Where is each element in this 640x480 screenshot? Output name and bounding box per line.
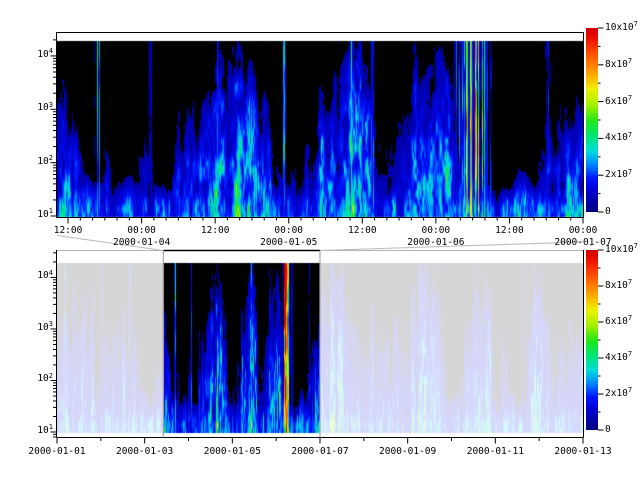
- top-colorbar-tick-label: 2x107: [605, 170, 632, 180]
- zoom-panel-heatmap: [57, 33, 583, 218]
- bottom-y-tick-label: 104: [37, 271, 53, 281]
- bottom-y-tick-label: 103: [37, 323, 53, 333]
- bottom-colorbar-tick-label: 8x107: [605, 281, 632, 291]
- top-colorbar-tick-label: 4x107: [605, 133, 632, 143]
- bottom-colorbar: [586, 250, 598, 430]
- context-panel-heatmap: [57, 250, 583, 437]
- top-x-time-label: 00:00: [569, 226, 598, 236]
- bottom-x-date-label: 2000-01-13: [554, 447, 611, 457]
- bottom-x-date-label: 2000-01-03: [116, 447, 173, 457]
- bottom-x-date-label: 2000-01-07: [291, 447, 348, 457]
- bottom-x-date-label: 2000-01-09: [379, 447, 436, 457]
- top-colorbar-tick-label: 0: [605, 207, 611, 217]
- top-colorbar-tick-label: 8x107: [605, 60, 632, 70]
- top-x-time-label: 12:00: [495, 226, 524, 236]
- top-y-tick-label: 102: [37, 157, 53, 167]
- bottom-x-date-label: 2000-01-11: [467, 447, 524, 457]
- top-x-date-label: 2000-01-06: [407, 238, 464, 248]
- top-x-time-label: 00:00: [274, 226, 303, 236]
- top-x-time-label: 00:00: [127, 226, 156, 236]
- bottom-y-tick-label: 102: [37, 374, 53, 384]
- top-x-time-label: 12:00: [201, 226, 230, 236]
- spectrogram-figure: 10410310210110410310210112:0000:0012:000…: [0, 0, 640, 480]
- top-x-time-label: 00:00: [422, 226, 451, 236]
- bottom-colorbar-tick-label: 10x107: [605, 245, 638, 255]
- bottom-colorbar-tick-label: 6x107: [605, 317, 632, 327]
- bottom-colorbar-tick-label: 2x107: [605, 389, 632, 399]
- top-x-time-label: 12:00: [54, 226, 83, 236]
- top-x-date-label: 2000-01-05: [260, 238, 317, 248]
- top-y-tick-label: 103: [37, 103, 53, 113]
- top-colorbar-tick-label: 10x107: [605, 23, 638, 33]
- bottom-colorbar-tick-label: 4x107: [605, 353, 632, 363]
- bottom-x-date-label: 2000-01-05: [204, 447, 261, 457]
- top-colorbar-tick-label: 6x107: [605, 97, 632, 107]
- top-x-date-label: 2000-01-04: [113, 238, 170, 248]
- top-y-tick-label: 104: [37, 50, 53, 60]
- bottom-x-date-label: 2000-01-01: [28, 447, 85, 457]
- bottom-y-tick-label: 101: [37, 426, 53, 436]
- bottom-colorbar-tick-label: 0: [605, 425, 611, 435]
- top-x-time-label: 12:00: [348, 226, 377, 236]
- top-colorbar: [586, 28, 598, 212]
- top-y-tick-label: 101: [37, 210, 53, 220]
- top-x-date-label: 2000-01-07: [554, 238, 611, 248]
